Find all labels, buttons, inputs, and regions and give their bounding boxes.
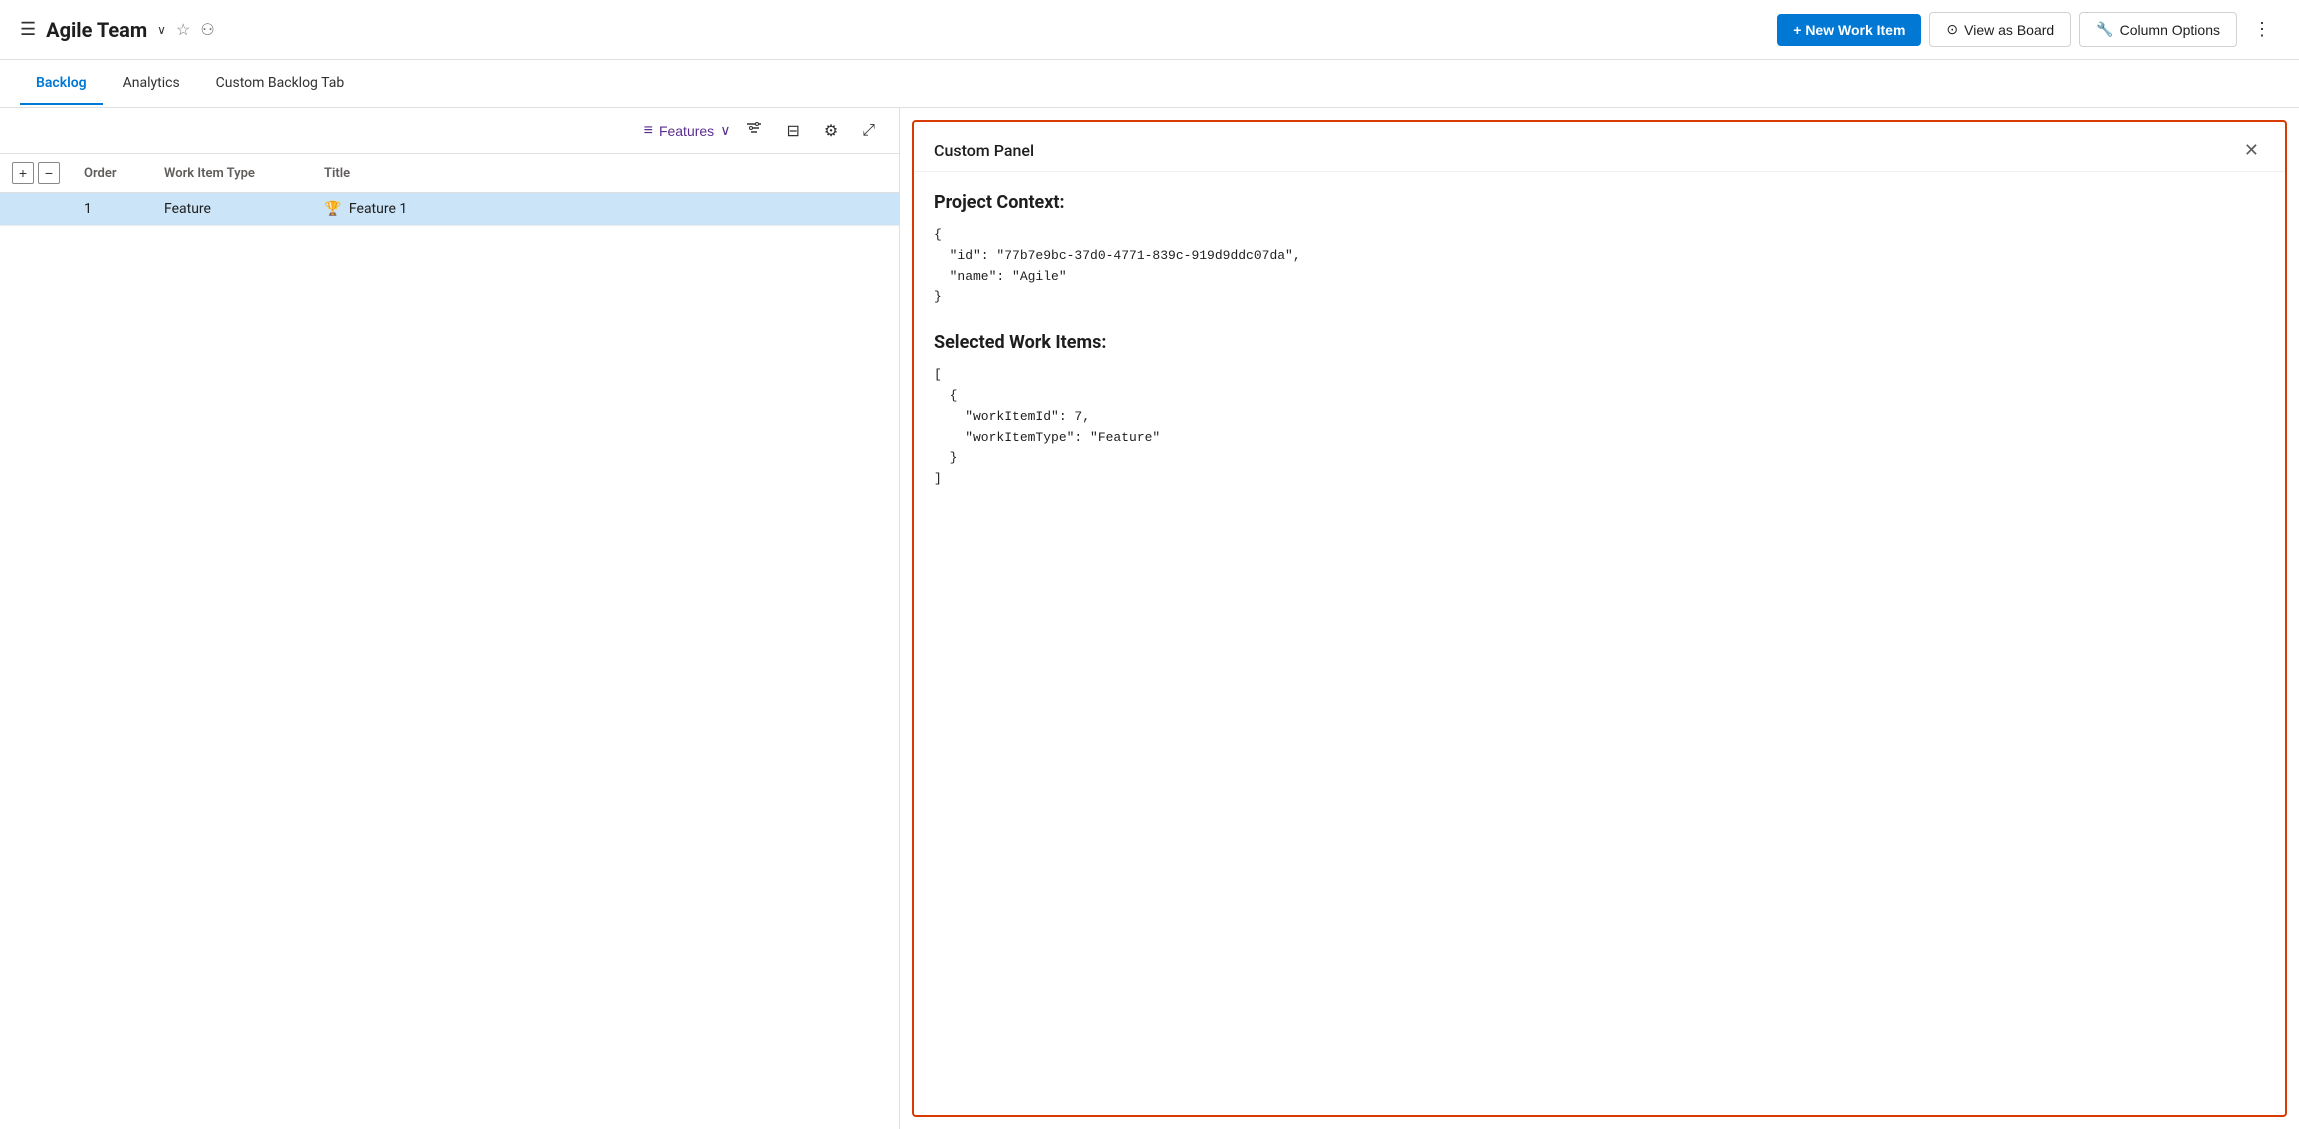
panel-header: Custom Panel ✕ bbox=[914, 122, 2285, 172]
panel-close-button[interactable]: ✕ bbox=[2238, 138, 2265, 163]
backlog-pane: ≡ Features ∨ ⊟ ⚙ ⤢ bbox=[0, 108, 900, 1129]
panel-pane: Custom Panel ✕ Project Context: { "id": … bbox=[900, 108, 2299, 1129]
filter-list-icon: ≡ bbox=[644, 122, 653, 140]
group-button[interactable]: ⊟ bbox=[778, 117, 807, 145]
filter-icon bbox=[746, 120, 762, 141]
th-title: Title bbox=[312, 154, 899, 193]
tab-custom-backlog[interactable]: Custom Backlog Tab bbox=[200, 63, 361, 105]
selected-work-items-json: [ { "workItemId": 7, "workItemType": "Fe… bbox=[934, 365, 2265, 490]
features-filter-button[interactable]: ≡ Features ∨ bbox=[644, 122, 731, 140]
tab-analytics[interactable]: Analytics bbox=[107, 63, 196, 105]
work-items-table: + − Order Work Item Type Title bbox=[0, 154, 899, 226]
column-options-icon: 🔧 bbox=[2096, 21, 2113, 38]
filter-button[interactable] bbox=[738, 116, 770, 145]
hamburger-icon[interactable]: ☰ bbox=[20, 19, 36, 40]
star-icon[interactable]: ☆ bbox=[176, 20, 190, 39]
th-order: Order bbox=[72, 154, 152, 193]
panel-title: Custom Panel bbox=[934, 141, 1034, 160]
project-context-json: { "id": "77b7e9bc-37d0-4771-839c-919d9dd… bbox=[934, 225, 2265, 308]
row-controls bbox=[0, 193, 72, 226]
features-chevron-icon: ∨ bbox=[720, 122, 730, 139]
toolbar-row: ≡ Features ∨ ⊟ ⚙ ⤢ bbox=[0, 108, 899, 154]
row-title: 🏆 Feature 1 bbox=[312, 193, 899, 226]
tab-backlog[interactable]: Backlog bbox=[20, 63, 103, 105]
row-order: 1 bbox=[72, 193, 152, 226]
add-row-button[interactable]: + bbox=[12, 162, 34, 184]
expand-button[interactable]: ⤢ bbox=[854, 118, 883, 144]
trophy-icon: 🏆 bbox=[324, 201, 341, 217]
selected-work-items-label: Selected Work Items: bbox=[934, 332, 2265, 353]
header: ☰ Agile Team ∨ ☆ ⚇ + New Work Item ⊙ Vie… bbox=[0, 0, 2299, 60]
new-work-item-button[interactable]: + New Work Item bbox=[1777, 14, 1921, 46]
chevron-down-icon[interactable]: ∨ bbox=[157, 23, 166, 37]
table-row[interactable]: 1 Feature 🏆 Feature 1 bbox=[0, 193, 899, 226]
row-type: Feature bbox=[152, 193, 312, 226]
project-context-label: Project Context: bbox=[934, 192, 2265, 213]
expand-icon: ⤢ bbox=[862, 122, 875, 140]
th-type: Work Item Type bbox=[152, 154, 312, 193]
header-left: ☰ Agile Team ∨ ☆ ⚇ bbox=[20, 18, 215, 42]
gear-icon: ⚙ bbox=[824, 121, 838, 141]
column-options-button[interactable]: 🔧 Column Options bbox=[2079, 12, 2237, 47]
group-icon: ⊟ bbox=[786, 121, 799, 141]
table-header-row: + − Order Work Item Type Title bbox=[0, 154, 899, 193]
board-icon: ⊙ bbox=[1946, 21, 1958, 38]
panel-content: Project Context: { "id": "77b7e9bc-37d0-… bbox=[914, 172, 2285, 1115]
th-controls: + − bbox=[0, 154, 72, 193]
view-as-board-button[interactable]: ⊙ View as Board bbox=[1929, 12, 2071, 47]
settings-button[interactable]: ⚙ bbox=[816, 117, 846, 145]
tabs-bar: Backlog Analytics Custom Backlog Tab bbox=[0, 60, 2299, 108]
remove-row-button[interactable]: − bbox=[38, 162, 60, 184]
custom-panel: Custom Panel ✕ Project Context: { "id": … bbox=[912, 120, 2287, 1117]
more-options-button[interactable]: ⋮ bbox=[2245, 15, 2279, 44]
team-icon[interactable]: ⚇ bbox=[200, 20, 214, 39]
header-right: + New Work Item ⊙ View as Board 🔧 Column… bbox=[1777, 12, 2279, 47]
main-layout: ≡ Features ∨ ⊟ ⚙ ⤢ bbox=[0, 108, 2299, 1129]
backlog-table: + − Order Work Item Type Title bbox=[0, 154, 899, 1129]
page-title: Agile Team bbox=[46, 18, 147, 42]
